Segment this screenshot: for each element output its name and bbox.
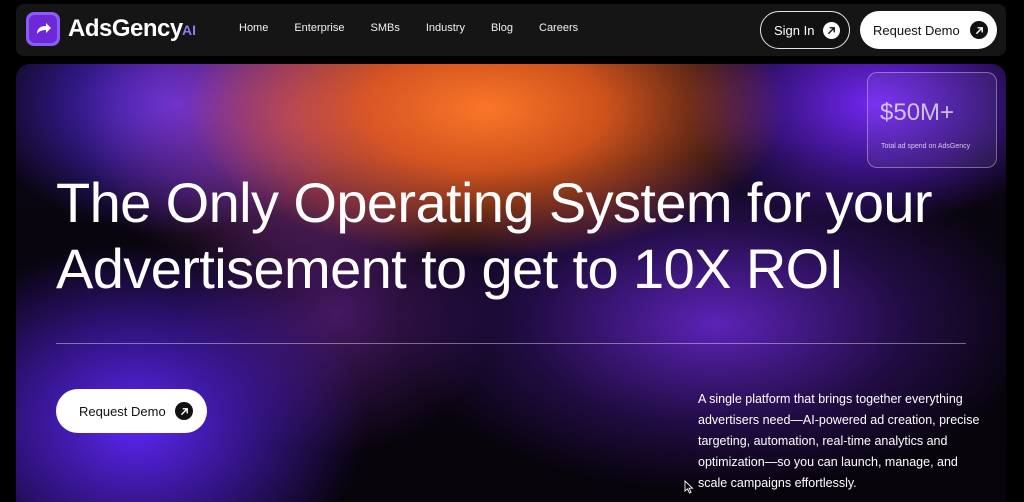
stat-value: $50M+ [880,99,955,126]
hero-headline: The Only Operating System for your Adver… [56,170,956,302]
navbar: AdsGency AI Home Enterprise SMBs Industr… [16,4,1006,56]
arrow-up-right-icon [828,27,835,34]
nav-link-blog[interactable]: Blog [491,22,513,34]
nav-request-demo-label: Request Demo [873,22,960,38]
hero-request-demo-button[interactable]: Request Demo [56,389,207,433]
brand-name[interactable]: AdsGency [68,15,183,43]
stat-card: $50M+ Total ad spend on AdsGency [867,72,997,168]
arrow-up-right-icon [975,26,983,34]
brand-suffix: AI [182,22,196,38]
nav-demo-arrow [970,21,988,39]
nav-request-demo-button[interactable]: Request Demo [860,11,997,49]
headline-line-2: Advertisement to get to 10X ROI [56,237,844,300]
page: AdsGency AI Home Enterprise SMBs Industr… [0,0,1024,502]
sign-in-arrow [823,22,840,39]
nav-link-enterprise[interactable]: Enterprise [294,22,344,34]
nav-link-home[interactable]: Home [239,22,268,34]
mouse-cursor-icon [684,480,694,494]
nav-link-smbs[interactable]: SMBs [370,22,399,34]
sign-in-label: Sign In [774,22,815,38]
headline-line-1: The Only Operating System for your [56,171,933,234]
stat-label: Total ad spend on AdsGency [881,143,971,150]
nav-link-careers[interactable]: Careers [539,22,578,34]
arrow-up-right-icon [180,407,188,415]
hero-demo-arrow [175,402,193,420]
sign-in-button[interactable]: Sign In [760,11,850,49]
hero-description: A single platform that brings together e… [698,392,980,490]
hero-divider [56,343,966,344]
hero-request-demo-label: Request Demo [79,403,166,419]
logo-arrow-icon [37,23,51,34]
nav-links: Home Enterprise SMBs Industry Blog Caree… [239,22,604,34]
hero-section: $50M+ Total ad spend on AdsGency The Onl… [16,64,1006,502]
logo-mark[interactable] [26,12,60,46]
nav-link-industry[interactable]: Industry [426,22,465,34]
